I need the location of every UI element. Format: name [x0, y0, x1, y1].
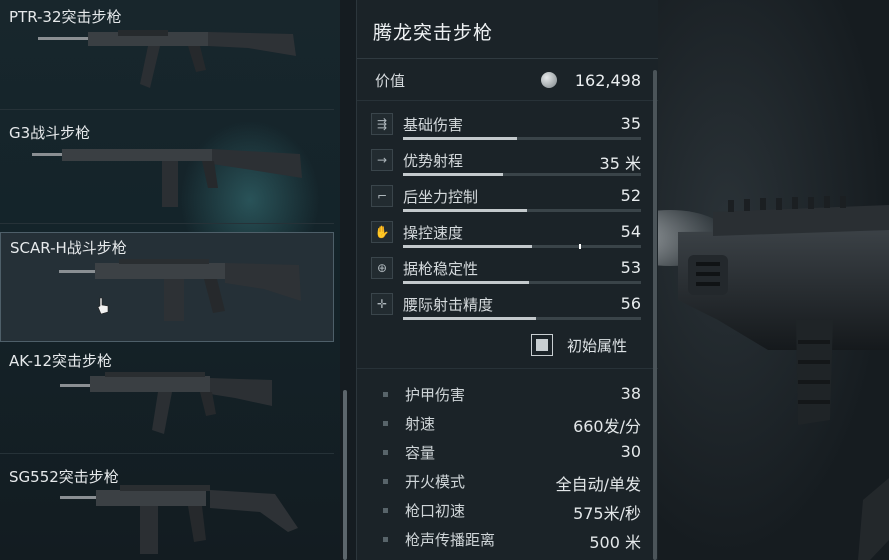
attribute-row: 容量 30: [379, 442, 647, 464]
bullet-icon: [383, 479, 388, 484]
toggle-label: 初始属性: [567, 337, 628, 355]
stat-bar-fill: [403, 173, 503, 176]
stat-bar: [403, 317, 641, 320]
attribute-value: 575米/秒: [573, 504, 641, 523]
weapon-item-ak12[interactable]: AK-12突击步枪: [0, 346, 334, 454]
weapon-item-ptr32[interactable]: PTR-32突击步枪: [0, 0, 334, 110]
bullet-icon: [383, 392, 388, 397]
rifle-image: [59, 259, 301, 321]
stat-label: 优势射程: [403, 152, 464, 170]
divider: [357, 368, 659, 369]
stat-value: 56: [620, 294, 641, 313]
stability-icon: ⊕: [371, 257, 393, 279]
hipfire-icon: ✛: [371, 293, 393, 315]
stat-value: 52: [620, 186, 641, 205]
rifle-image: [60, 485, 298, 554]
value-label: 价值: [375, 72, 406, 90]
stat-bar-fill: [403, 209, 527, 212]
attribute-row: 开火模式 全自动/单发: [379, 471, 647, 494]
attribute-row: 射速 660发/分: [379, 413, 647, 436]
weapon-stats-panel: 腾龙突击步枪 价值 162,498 ⇶ 基础伤害 35 → 优势射程 35 米 …: [356, 0, 660, 560]
recoil-icon: ⌐: [371, 185, 393, 207]
stat-bar-fill: [403, 281, 530, 284]
attribute-row: 枪声传播距离 500 米: [379, 529, 647, 552]
weapon-name: PTR-32突击步枪: [9, 8, 122, 26]
panel-header: 腾龙突击步枪: [357, 0, 659, 59]
rifle-closeup-image: [658, 196, 889, 560]
range-icon: →: [371, 149, 393, 171]
value-row: 价值 162,498: [357, 60, 659, 101]
attribute-label: 枪声传播距离: [405, 531, 496, 549]
bullet-icon: [383, 450, 388, 455]
bullet-icon: [383, 508, 388, 513]
rifle-image: [38, 30, 296, 88]
bullet-icon: [383, 537, 388, 542]
panel-scrollbar[interactable]: [653, 70, 657, 560]
stat-label: 腰际射击精度: [403, 296, 494, 314]
initial-attributes-toggle[interactable]: 初始属性: [531, 334, 651, 356]
weapon-item-scar-h[interactable]: SCAR-H战斗步枪: [0, 232, 334, 342]
list-scrollbar[interactable]: [343, 390, 347, 560]
coin-icon: [541, 72, 557, 88]
stat-bar-fill: [403, 245, 532, 248]
attribute-label: 开火模式: [405, 473, 466, 491]
cursor-icon: [97, 297, 109, 315]
stat-bar: [403, 209, 641, 212]
attribute-label: 射速: [405, 415, 436, 433]
stat-bar: [403, 244, 641, 249]
attribute-value: 660发/分: [573, 417, 641, 436]
stat-value: 53: [620, 258, 641, 277]
weapon-title: 腾龙突击步枪: [373, 22, 494, 44]
weapon-item-sg552[interactable]: SG552突击步枪: [0, 456, 334, 560]
weapon-list: PTR-32突击步枪 G3战斗步枪 SCAR-H战斗步枪 AK-12突击步枪 S…: [0, 0, 340, 560]
attribute-row: 护甲伤害 38: [379, 384, 647, 406]
weapon-preview[interactable]: [658, 0, 889, 560]
stat-bar-marker: [579, 244, 582, 249]
damage-icon: ⇶: [371, 113, 393, 135]
attribute-value: 30: [620, 442, 641, 461]
attribute-value: 全自动/单发: [555, 475, 641, 494]
stat-bar: [403, 173, 641, 176]
stat-label: 基础伤害: [403, 116, 464, 134]
stat-label: 后坐力控制: [403, 188, 479, 206]
stat-label: 操控速度: [403, 224, 464, 242]
handling-icon: ✋: [371, 221, 393, 243]
stat-bar-fill: [403, 317, 537, 320]
stat-label: 据枪稳定性: [403, 260, 479, 278]
attribute-label: 枪口初速: [405, 502, 466, 520]
checkbox[interactable]: [531, 334, 553, 356]
attribute-value: 500 米: [589, 533, 641, 552]
stat-bar: [403, 281, 641, 284]
stat-value: 54: [620, 222, 641, 241]
rifle-image: [32, 149, 302, 207]
stat-bar: [403, 137, 641, 140]
stat-value: 35 米: [599, 154, 641, 173]
weapon-item-g3[interactable]: G3战斗步枪: [0, 110, 334, 224]
stat-value: 35: [620, 114, 641, 133]
rifle-image: [60, 372, 272, 434]
value-amount: 162,498: [574, 71, 641, 90]
bullet-icon: [383, 421, 388, 426]
attribute-row: 枪口初速 575米/秒: [379, 500, 647, 523]
attribute-label: 护甲伤害: [405, 386, 466, 404]
stat-bar-fill: [403, 137, 518, 140]
attribute-label: 容量: [405, 444, 436, 462]
attribute-value: 38: [620, 384, 641, 403]
weapon-name: G3战斗步枪: [9, 124, 91, 142]
